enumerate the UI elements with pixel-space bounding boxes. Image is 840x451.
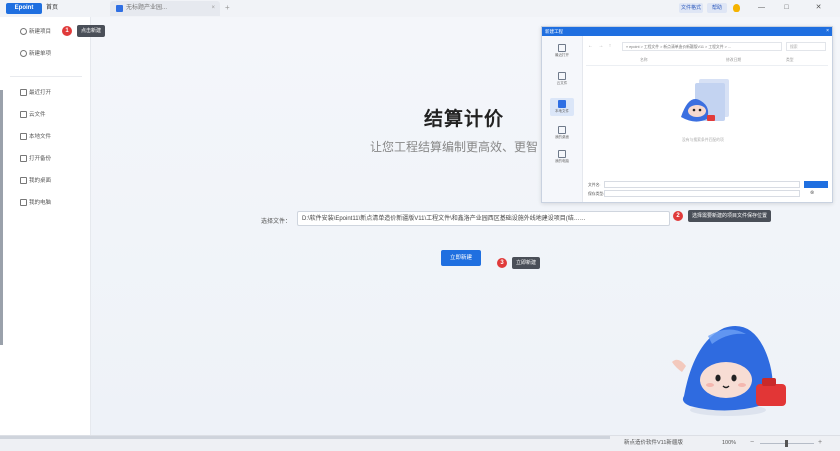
dialog-sidebar-label: 我的电脑 bbox=[555, 159, 569, 163]
sidebar: 新建项目 新建单项 最近打开 云文件 本地文件 打开备份 我的桌面 我的电脑 bbox=[0, 17, 91, 435]
sidebar-item-backup[interactable]: 打开备份 bbox=[20, 154, 51, 165]
step-badge-1: 1 bbox=[62, 26, 72, 36]
dialog-sidebar-label: 本地文件 bbox=[555, 109, 569, 113]
new-project-button[interactable]: 新建项目 bbox=[20, 27, 51, 38]
computer-icon bbox=[558, 150, 566, 158]
sidebar-item-recent[interactable]: 最近打开 bbox=[20, 88, 51, 99]
dialog-close-icon[interactable]: × bbox=[826, 27, 829, 36]
dialog-save-button[interactable] bbox=[804, 181, 828, 188]
tooltip-step-3: 立即新建 bbox=[512, 257, 541, 269]
mascot-illustration bbox=[672, 326, 786, 416]
desktop-icon bbox=[558, 126, 566, 134]
create-now-button[interactable]: 立即新建 bbox=[441, 250, 481, 266]
zoom-slider-thumb[interactable] bbox=[785, 440, 788, 447]
sidebar-item-label: 最近打开 bbox=[29, 90, 52, 96]
cloud-file-icon bbox=[20, 111, 27, 119]
filetype-select[interactable] bbox=[604, 190, 800, 197]
dialog-sidebar: 最近打开 云文件 本地文件 我的桌面 我的电脑 bbox=[542, 36, 583, 202]
tab-document-label: 无标题产业园... bbox=[126, 5, 168, 11]
sidebar-item-label: 云文件 bbox=[29, 112, 46, 118]
cancel-icon[interactable]: ⊗ bbox=[810, 190, 814, 197]
step-badge-2: 2 bbox=[673, 211, 683, 221]
filetype-label: 保存类型: bbox=[588, 192, 605, 196]
left-scroll-edge[interactable] bbox=[0, 90, 3, 345]
save-dialog: 新建工程 × 最近打开 云文件 本地文件 我的桌面 我的电脑 ← → ↑ « e… bbox=[541, 26, 833, 203]
sidebar-divider bbox=[10, 76, 82, 77]
file-format-button[interactable]: 文件格式 bbox=[679, 3, 703, 13]
column-header[interactable]: 名称 bbox=[640, 58, 648, 63]
document-icon bbox=[116, 5, 123, 12]
close-icon[interactable]: ✕ bbox=[814, 3, 823, 12]
folder-icon bbox=[558, 44, 566, 52]
desktop-icon bbox=[20, 177, 27, 185]
filename-input[interactable] bbox=[604, 181, 800, 188]
minimize-icon[interactable]: — bbox=[757, 3, 766, 12]
zoom-level[interactable]: 100% bbox=[722, 438, 736, 449]
dialog-sidebar-item-active[interactable]: 本地文件 bbox=[550, 98, 574, 116]
empty-message: 没有与搜索条件匹配的项 bbox=[682, 138, 724, 142]
dialog-search-input[interactable]: 搜索 bbox=[786, 42, 826, 51]
computer-icon bbox=[20, 199, 27, 207]
step-badge-3: 3 bbox=[497, 258, 507, 268]
filename-label: 文件名: bbox=[588, 183, 601, 187]
dialog-nav-arrows[interactable]: ← → ↑ bbox=[588, 42, 613, 51]
sidebar-item-label: 打开备份 bbox=[29, 156, 52, 162]
dialog-sidebar-label: 我的桌面 bbox=[555, 135, 569, 139]
dialog-title: 新建工程 bbox=[545, 29, 563, 34]
bulb-icon[interactable] bbox=[733, 4, 740, 12]
empty-folder-illustration bbox=[681, 79, 729, 122]
new-unit-button[interactable]: 新建单项 bbox=[20, 49, 51, 60]
tooltip-step-2: 选择需要新建的项目文件保存位置 bbox=[688, 210, 772, 222]
dialog-title-bar: 新建工程 × bbox=[542, 27, 832, 36]
app-logo[interactable]: Epoint bbox=[6, 3, 42, 14]
dialog-sidebar-item[interactable]: 云文件 bbox=[550, 72, 574, 86]
folder-icon bbox=[20, 89, 27, 97]
file-path-input[interactable]: D:\软件安装\Epoint11\新点清单造价新疆版V11\工程文件\和鑫洛产业… bbox=[297, 211, 670, 226]
new-unit-label: 新建单项 bbox=[29, 51, 52, 57]
maximize-icon[interactable]: □ bbox=[782, 3, 791, 12]
backup-icon bbox=[20, 155, 27, 163]
dialog-column-headers: 名称 修改日期 类型 bbox=[586, 58, 828, 66]
sidebar-item-desktop[interactable]: 我的桌面 bbox=[20, 176, 51, 187]
dialog-sidebar-item[interactable]: 最近打开 bbox=[550, 44, 574, 58]
page-subtitle: 让您工程结算编制更高效、更智 bbox=[370, 140, 539, 154]
new-project-label: 新建项目 bbox=[29, 29, 52, 35]
tooltip-step-1: 点击新建 bbox=[77, 25, 106, 37]
tab-close-icon[interactable]: × bbox=[211, 3, 215, 14]
sidebar-item-label: 本地文件 bbox=[29, 134, 52, 140]
horizontal-scrollbar[interactable] bbox=[0, 436, 610, 439]
add-circle-icon bbox=[20, 28, 27, 36]
tab-home[interactable]: 首页 bbox=[46, 3, 58, 14]
page-title: 结算计价 bbox=[424, 109, 505, 130]
sidebar-item-computer[interactable]: 我的电脑 bbox=[20, 198, 51, 209]
dialog-sidebar-label: 最近打开 bbox=[555, 53, 569, 57]
dialog-sidebar-item[interactable]: 我的桌面 bbox=[550, 126, 574, 140]
status-bar: 新点造价软件V11新疆版 100% − + bbox=[0, 435, 840, 451]
new-tab-button[interactable]: + bbox=[225, 2, 230, 13]
tab-document[interactable]: 无标题产业园... × bbox=[110, 1, 220, 16]
zoom-in-button[interactable]: + bbox=[818, 437, 822, 448]
file-select-label: 选择文件： bbox=[261, 219, 292, 225]
help-button[interactable]: 帮助 bbox=[707, 3, 727, 13]
status-text: 新点造价软件V11新疆版 bbox=[624, 440, 683, 446]
dialog-sidebar-item[interactable]: 我的电脑 bbox=[550, 150, 574, 164]
dialog-path-bar[interactable]: « epoint > 工程文件 > 新点清单造价新疆版V11 > 工程文件 > … bbox=[622, 42, 782, 51]
sidebar-item-local[interactable]: 本地文件 bbox=[20, 132, 51, 143]
sidebar-item-cloud[interactable]: 云文件 bbox=[20, 110, 46, 121]
title-bar: Epoint 首页 无标题产业园... × + 文件格式 帮助 — □ ✕ bbox=[0, 0, 840, 18]
local-file-icon bbox=[558, 100, 566, 108]
cloud-file-icon bbox=[558, 72, 566, 80]
local-file-icon bbox=[20, 133, 27, 141]
zoom-out-button[interactable]: − bbox=[750, 437, 754, 448]
sidebar-item-label: 我的桌面 bbox=[29, 178, 52, 184]
column-header[interactable]: 类型 bbox=[786, 58, 794, 63]
add-circle-icon bbox=[20, 50, 27, 58]
dialog-sidebar-label: 云文件 bbox=[556, 81, 568, 85]
column-header[interactable]: 修改日期 bbox=[726, 58, 741, 63]
sidebar-item-label: 我的电脑 bbox=[29, 200, 52, 206]
